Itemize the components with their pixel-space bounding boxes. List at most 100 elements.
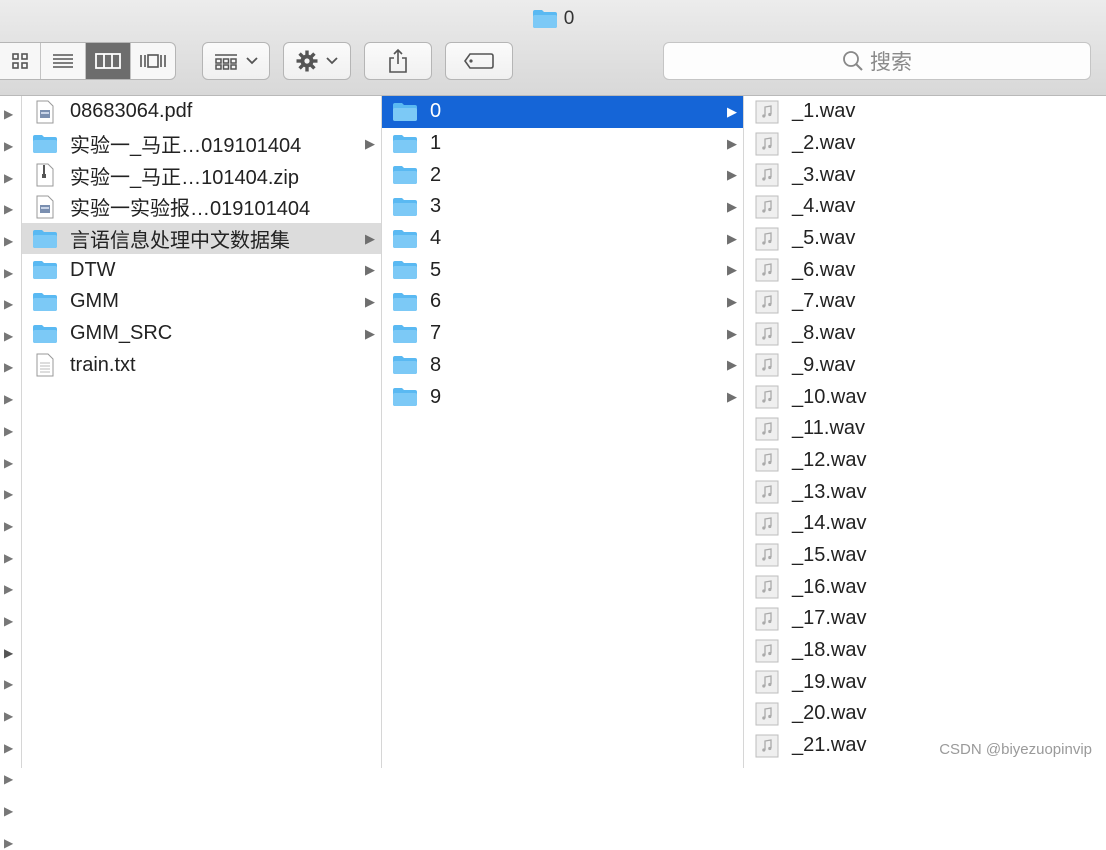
disclosure-arrow-icon: ▶ (727, 135, 737, 151)
wav-file-item[interactable]: _7.wav (744, 286, 1106, 318)
wav-file-item[interactable]: _1.wav (744, 96, 1106, 128)
wav-file-item[interactable]: _20.wav (744, 698, 1106, 730)
collapsed-arrow-icon[interactable]: ▶ (4, 709, 13, 723)
search-placeholder: 搜索 (870, 51, 912, 74)
folder-icon (32, 290, 58, 314)
audio-file-icon (754, 607, 780, 631)
wav-file-item[interactable]: _12.wav (744, 445, 1106, 477)
disclosure-arrow-icon: ▶ (727, 167, 737, 183)
folder-item[interactable]: 8 ▶ (382, 350, 743, 382)
collapsed-arrow-icon[interactable]: ▶ (4, 804, 13, 818)
collapsed-arrow-icon[interactable]: ▶ (4, 266, 13, 280)
collapsed-arrow-icon[interactable]: ▶ (4, 646, 13, 660)
folder-item[interactable]: 6 ▶ (382, 286, 743, 318)
arrange-button[interactable] (202, 42, 270, 80)
folder-item[interactable]: 3 ▶ (382, 191, 743, 223)
file-item[interactable]: 08683064.pdf (22, 96, 381, 128)
wav-file-item[interactable]: _2.wav (744, 128, 1106, 160)
collapsed-arrow-icon[interactable]: ▶ (4, 107, 13, 121)
search-input[interactable]: 搜索 (663, 42, 1091, 80)
disclosure-arrow-icon: ▶ (727, 325, 737, 341)
audio-file-icon (754, 670, 780, 694)
disclosure-arrow-icon: ▶ (365, 325, 375, 341)
subfolders-column: 0 ▶ 1 ▶ 2 ▶ 3 ▶ 4 ▶ 5 ▶ 6 ▶ 7 ▶ 8 ▶ 9 ▶ (382, 96, 744, 768)
collapsed-arrow-icon[interactable]: ▶ (4, 329, 13, 343)
wav-file-item[interactable]: _3.wav (744, 159, 1106, 191)
collapsed-arrow-icon[interactable]: ▶ (4, 456, 13, 470)
folder-item[interactable]: 0 ▶ (382, 96, 743, 128)
folder-item[interactable]: 5 ▶ (382, 254, 743, 286)
item-label: 言语信息处理中文数据集 (70, 230, 290, 253)
wav-file-item[interactable]: _8.wav (744, 318, 1106, 350)
file-item[interactable]: train.txt (22, 350, 381, 382)
disclosure-arrow-icon: ▶ (365, 135, 375, 151)
collapsed-arrow-icon[interactable]: ▶ (4, 772, 13, 786)
column-view-button[interactable] (86, 43, 131, 79)
folder-item[interactable]: 4 ▶ (382, 223, 743, 255)
wav-file-item[interactable]: _9.wav (744, 350, 1106, 382)
collapsed-arrow-icon[interactable]: ▶ (4, 202, 13, 216)
view-mode-selector[interactable] (0, 42, 176, 80)
arrange-icon (215, 54, 237, 70)
collapsed-arrow-icon[interactable]: ▶ (4, 171, 13, 185)
cover-flow-icon (140, 54, 166, 68)
collapsed-arrow-icon[interactable]: ▶ (4, 487, 13, 501)
collapsed-arrow-icon[interactable]: ▶ (4, 582, 13, 596)
folder-item[interactable]: 2 ▶ (382, 159, 743, 191)
disclosure-arrow-icon: ▶ (365, 230, 375, 246)
tags-button[interactable] (445, 42, 513, 80)
wav-file-item[interactable]: _14.wav (744, 508, 1106, 540)
wav-file-item[interactable]: _10.wav (744, 381, 1106, 413)
wav-file-item[interactable]: _4.wav (744, 191, 1106, 223)
folder-item[interactable]: 7 ▶ (382, 318, 743, 350)
gallery-view-button[interactable] (131, 43, 175, 79)
file-item[interactable]: 实验一_马正…019101404 ▶ (22, 128, 381, 160)
collapsed-arrow-icon[interactable]: ▶ (4, 297, 13, 311)
collapsed-arrow-icon[interactable]: ▶ (4, 614, 13, 628)
collapsed-arrow-icon[interactable]: ▶ (4, 551, 13, 565)
folder-item[interactable]: 9 ▶ (382, 381, 743, 413)
audio-file-icon (754, 353, 780, 377)
audio-file-icon (754, 195, 780, 219)
collapsed-arrow-icon[interactable]: ▶ (4, 139, 13, 153)
item-label: 实验一_马正…019101404 (70, 135, 302, 158)
wav-file-item[interactable]: _11.wav (744, 413, 1106, 445)
file-item[interactable]: GMM ▶ (22, 286, 381, 318)
wav-file-item[interactable]: _16.wav (744, 571, 1106, 603)
collapsed-arrow-icon[interactable]: ▶ (4, 234, 13, 248)
collapsed-arrow-icon[interactable]: ▶ (4, 836, 13, 850)
collapsed-arrow-icon[interactable]: ▶ (4, 360, 13, 374)
file-item[interactable]: GMM_SRC ▶ (22, 318, 381, 350)
folder-item[interactable]: 1 ▶ (382, 128, 743, 160)
collapsed-arrow-icon[interactable]: ▶ (4, 519, 13, 533)
wav-file-item[interactable]: _18.wav (744, 635, 1106, 667)
audio-file-icon (754, 258, 780, 282)
wav-file-item[interactable]: _17.wav (744, 603, 1106, 635)
file-item[interactable]: 言语信息处理中文数据集 ▶ (22, 222, 381, 255)
collapsed-arrow-icon[interactable]: ▶ (4, 424, 13, 438)
wav-file-item[interactable]: _6.wav (744, 254, 1106, 286)
window-title-text: 0 (563, 8, 575, 29)
file-item[interactable]: 实验一实验报…019101404 (22, 191, 381, 223)
share-button[interactable] (364, 42, 432, 80)
wav-file-item[interactable]: _15.wav (744, 540, 1106, 572)
file-item[interactable]: DTW ▶ (22, 254, 381, 286)
list-view-button[interactable] (41, 43, 86, 79)
audio-file-icon (754, 417, 780, 441)
collapsed-arrow-icon[interactable]: ▶ (4, 392, 13, 406)
icon-view-button[interactable] (0, 43, 41, 79)
parent-column: ▶ ▶ ▶ ▶ ▶ ▶ ▶ ▶ ▶ ▶ ▶ ▶ ▶ ▶ ▶ ▶ ▶ ▶ ▶ ▶ ▶ ▶ ▶ ▶ (0, 96, 22, 850)
collapsed-arrow-icon[interactable]: ▶ (4, 677, 13, 691)
action-button[interactable] (283, 42, 351, 80)
wav-file-item[interactable]: _19.wav (744, 666, 1106, 698)
folder-icon (32, 322, 58, 346)
collapsed-arrow-icon[interactable]: ▶ (4, 741, 13, 755)
item-label: 实验一_马正…101404.zip (70, 166, 299, 189)
file-item[interactable]: 实验一_马正…101404.zip (22, 159, 381, 191)
share-icon (389, 48, 407, 73)
text-file-icon (32, 353, 58, 377)
wav-file-item[interactable]: _13.wav (744, 476, 1106, 508)
item-label: _4.wav (792, 195, 856, 218)
item-label: 0 (430, 100, 442, 123)
wav-file-item[interactable]: _5.wav (744, 223, 1106, 255)
